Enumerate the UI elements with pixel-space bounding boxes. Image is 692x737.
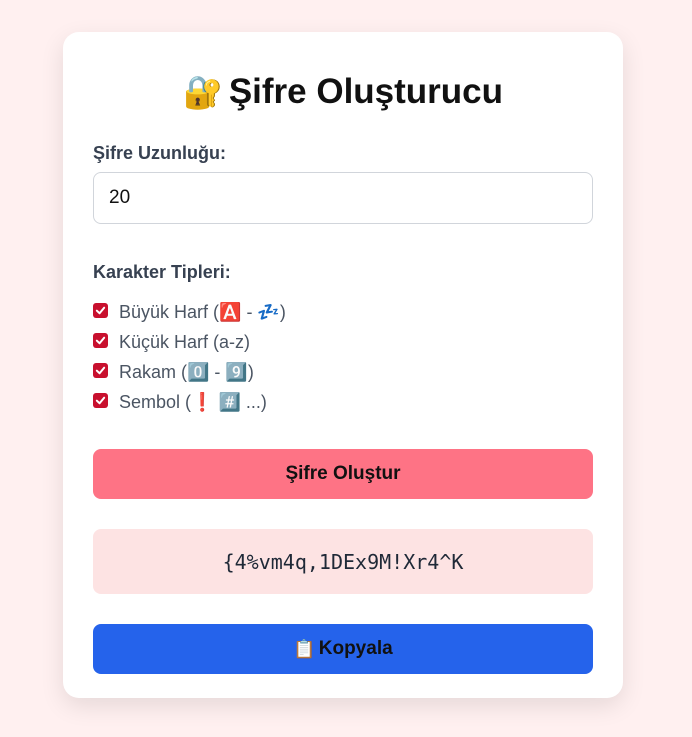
copy-button[interactable]: 📋 Kopyala xyxy=(93,624,593,674)
generate-button[interactable]: Şifre Oluştur xyxy=(93,449,593,499)
checkbox-lowercase[interactable] xyxy=(93,332,108,348)
character-types-label: Karakter Tipleri: xyxy=(93,262,231,282)
option-digits-label: Rakam (0️⃣ - 9️⃣) xyxy=(119,361,254,382)
option-digits[interactable]: Rakam (0️⃣ - 9️⃣) xyxy=(93,357,593,387)
character-types-list: Büyük Harf (🅰️ - 💤) Küçük Harf (a-z) Rak… xyxy=(93,297,593,417)
length-label: Şifre Uzunluğu: xyxy=(93,143,226,163)
option-uppercase-label: Büyük Harf (🅰️ - 💤) xyxy=(119,301,286,322)
checkbox-symbols[interactable] xyxy=(93,392,108,408)
option-lowercase-label: Küçük Harf (a-z) xyxy=(119,331,251,352)
option-lowercase[interactable]: Küçük Harf (a-z) xyxy=(93,327,593,357)
copy-button-label: Kopyala xyxy=(318,638,393,659)
length-input[interactable] xyxy=(93,172,593,224)
checkbox-digits[interactable] xyxy=(93,362,108,378)
page-title-text: Şifre Oluşturucu xyxy=(228,72,504,111)
lock-icon: 🔐 xyxy=(182,74,223,110)
option-symbols[interactable]: Sembol (❗ #️⃣ ...) xyxy=(93,387,593,417)
option-uppercase[interactable]: Büyük Harf (🅰️ - 💤) xyxy=(93,297,593,327)
password-generator-card: 🔐 Şifre Oluşturucu Şifre Uzunluğu: Karak… xyxy=(63,32,623,698)
checkbox-uppercase[interactable] xyxy=(93,302,108,318)
option-symbols-label: Sembol (❗ #️⃣ ...) xyxy=(119,391,267,412)
password-output: {4%vm4q,1DEx9M!Xr4^K xyxy=(93,529,593,594)
clipboard-icon: 📋 xyxy=(293,638,316,659)
page-title: 🔐 Şifre Oluşturucu xyxy=(93,68,593,116)
